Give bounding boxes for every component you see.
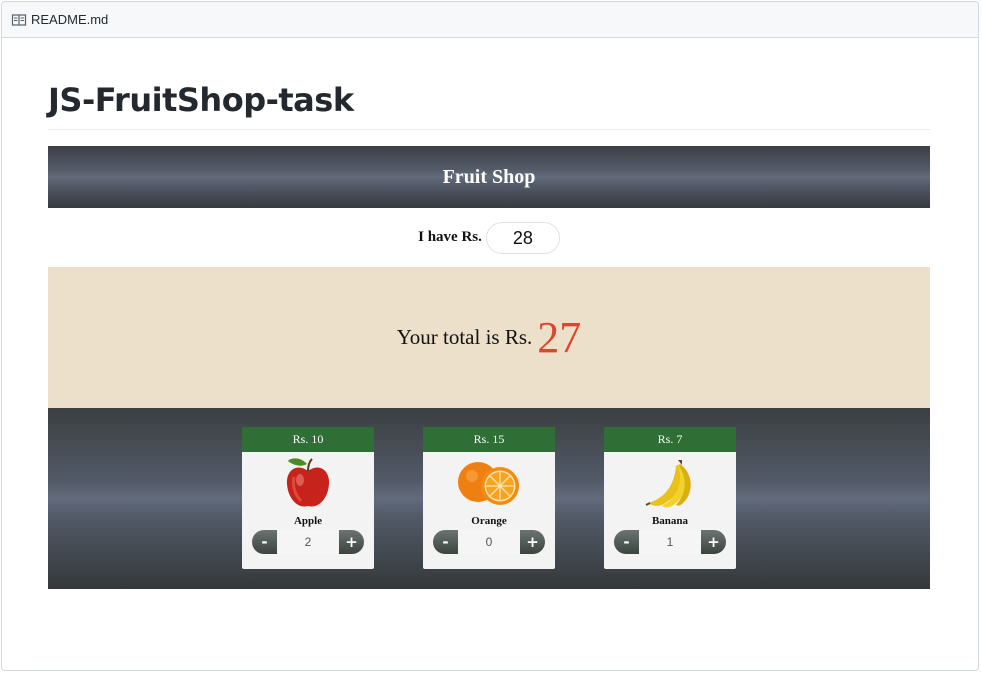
- quantity-field[interactable]: 2: [277, 530, 339, 554]
- fruit-name: Orange: [471, 515, 507, 527]
- banana-icon: [604, 452, 736, 514]
- orange-icon: [423, 452, 555, 514]
- fruit-card-apple: Rs. 10 Apple - 2 +: [242, 427, 374, 569]
- quantity-field[interactable]: 0: [458, 530, 520, 554]
- price-tag: Rs. 10: [242, 427, 374, 452]
- price-tag: Rs. 7: [604, 427, 736, 452]
- file-name[interactable]: README.md: [31, 12, 108, 27]
- fruit-card-orange: Rs. 15 Orange - 0 +: [423, 427, 555, 569]
- readme-content: JS-FruitShop-task Fruit Shop I have Rs. …: [48, 36, 930, 589]
- decrement-button[interactable]: -: [614, 530, 639, 554]
- budget-label: I have Rs.: [418, 229, 482, 245]
- shop-header: Fruit Shop: [48, 146, 930, 208]
- quantity-stepper: - 2 +: [252, 530, 364, 554]
- total-label: Your total is Rs.: [396, 325, 533, 349]
- fruit-strip: Rs. 10 Apple - 2 + Rs. 15 Orange - 0 + R…: [48, 408, 930, 589]
- book-icon: [11, 12, 27, 28]
- increment-button[interactable]: +: [701, 530, 726, 554]
- decrement-button[interactable]: -: [252, 530, 277, 554]
- decrement-button[interactable]: -: [433, 530, 458, 554]
- budget-row: I have Rs. 28: [48, 208, 930, 267]
- increment-button[interactable]: +: [520, 530, 545, 554]
- fruit-name: Apple: [293, 515, 323, 527]
- increment-button[interactable]: +: [339, 530, 364, 554]
- file-header: README.md: [2, 2, 978, 38]
- total-value: 27: [537, 313, 582, 362]
- fruit-name: Banana: [651, 515, 689, 527]
- page-title: JS-FruitShop-task: [48, 36, 930, 130]
- quantity-field[interactable]: 1: [639, 530, 701, 554]
- fruit-shop-app: Fruit Shop I have Rs. 28 Your total is R…: [48, 146, 930, 589]
- shop-title: Fruit Shop: [442, 165, 536, 188]
- total-panel: Your total is Rs. 27: [48, 267, 930, 408]
- quantity-stepper: - 1 +: [614, 530, 726, 554]
- budget-input[interactable]: 28: [485, 221, 560, 254]
- fruit-card-banana: Rs. 7 Banana - 1 +: [604, 427, 736, 569]
- apple-icon: [242, 452, 374, 514]
- price-tag: Rs. 15: [423, 427, 555, 452]
- quantity-stepper: - 0 +: [433, 530, 545, 554]
